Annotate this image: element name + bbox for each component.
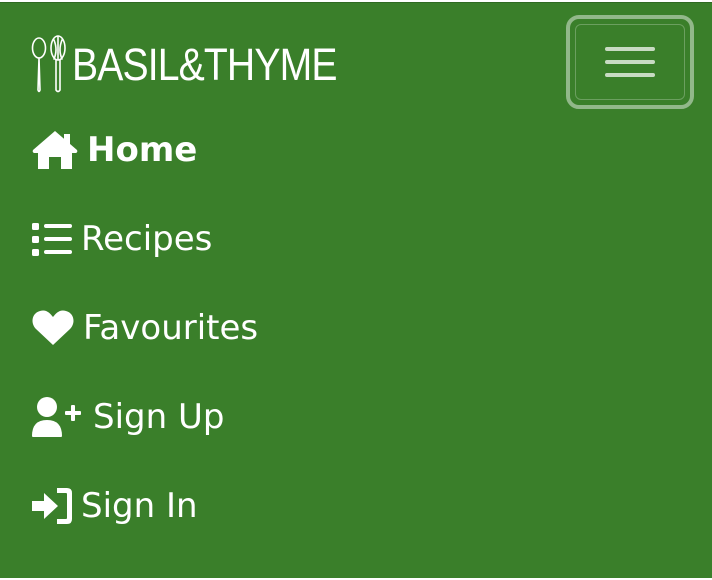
navbar: BASIL&THYME Home Recipes Favourites Sign…	[0, 2, 712, 578]
utensils-icon	[31, 35, 66, 93]
list-icon	[31, 221, 73, 257]
nav-item-label: Sign In	[81, 485, 198, 526]
hamburger-menu-icon	[575, 24, 685, 100]
nav-menu: Home Recipes Favourites Sign Up Sign In	[31, 105, 258, 550]
nav-item-sign-up[interactable]: Sign Up	[31, 372, 258, 461]
hamburger-bar	[605, 47, 655, 51]
nav-item-label: Recipes	[81, 218, 213, 259]
nav-item-recipes[interactable]: Recipes	[31, 194, 258, 283]
sign-in-icon	[31, 486, 73, 526]
hamburger-bar	[605, 60, 655, 64]
brand-name: BASIL&THYME	[72, 38, 337, 90]
nav-item-label: Home	[87, 129, 198, 170]
nav-item-home[interactable]: Home	[31, 105, 258, 194]
heart-icon	[31, 309, 75, 347]
brand-link[interactable]: BASIL&THYME	[30, 33, 376, 95]
user-plus-icon	[31, 396, 85, 438]
nav-item-sign-in[interactable]: Sign In	[31, 461, 258, 550]
hamburger-bar	[605, 73, 655, 77]
home-icon	[31, 129, 79, 171]
nav-item-favourites[interactable]: Favourites	[31, 283, 258, 372]
nav-item-label: Sign Up	[93, 396, 225, 437]
navbar-toggler-button[interactable]	[566, 15, 694, 109]
nav-item-label: Favourites	[83, 307, 259, 348]
